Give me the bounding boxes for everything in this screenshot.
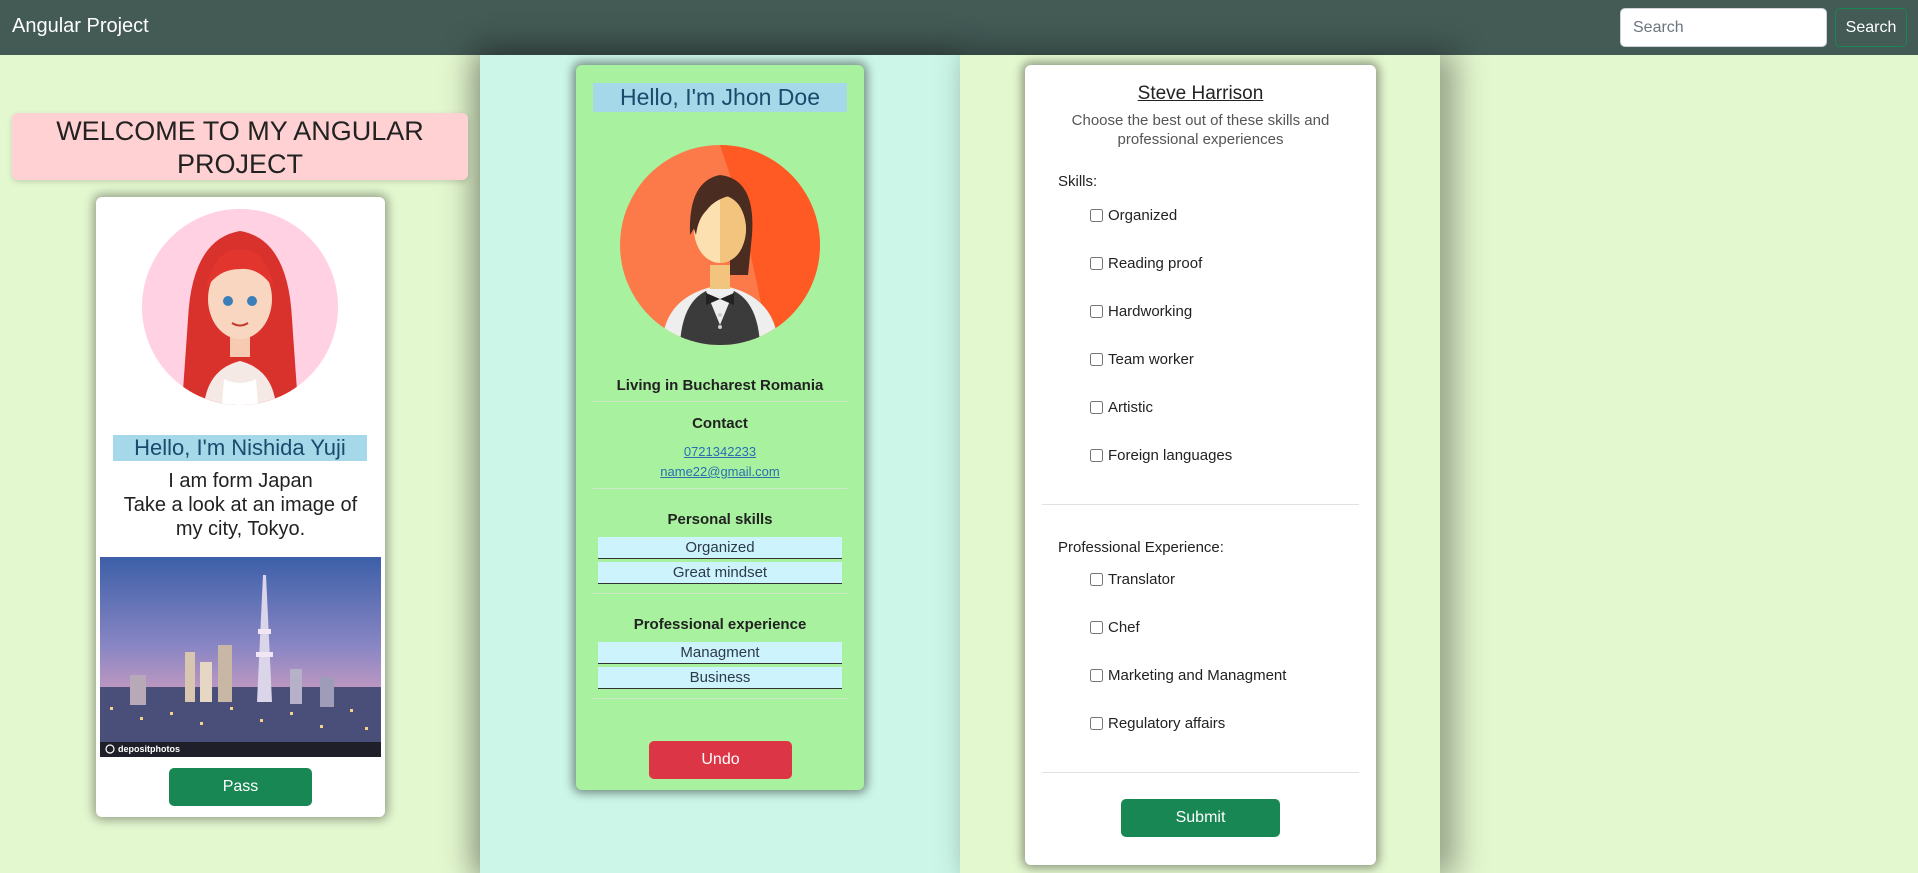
pass-button[interactable]: Pass <box>169 768 312 806</box>
experience-checkbox[interactable] <box>1090 669 1103 682</box>
skill-checkbox[interactable] <box>1090 257 1103 270</box>
divider <box>1042 772 1359 773</box>
profile-card-nishida: Hello, I'm Nishida Yuji I am form Japan … <box>96 197 385 817</box>
experience-chip: Business <box>598 667 842 689</box>
experience-chip: Managment <box>598 642 842 664</box>
photo-watermark: depositphotos <box>118 744 180 754</box>
skill-checkbox[interactable] <box>1090 401 1103 414</box>
welcome-banner: WELCOME TO MY ANGULAR PROJECT <box>12 113 468 180</box>
skills-label: Skills: <box>1058 173 1098 190</box>
divider <box>1042 504 1359 505</box>
search-input[interactable] <box>1620 8 1827 47</box>
email-link[interactable]: name22@gmail.com <box>593 464 847 479</box>
divider <box>593 593 847 594</box>
submit-button[interactable]: Submit <box>1121 799 1280 837</box>
experience-checkbox[interactable] <box>1090 573 1103 586</box>
about-line-2: Take a look at an image of <box>123 494 358 516</box>
experience-option-marketing[interactable]: Marketing and Managment <box>1090 667 1286 684</box>
about-text: I am form Japan Take a look at an image … <box>106 469 375 541</box>
experience-option-regulatory[interactable]: Regulatory affairs <box>1090 715 1225 732</box>
waiter-avatar-icon <box>620 145 820 345</box>
about-line-3: my city, Tokyo. <box>175 518 306 540</box>
skill-checkbox[interactable] <box>1090 353 1103 366</box>
experience-option-chef[interactable]: Chef <box>1090 619 1140 636</box>
navbar: Angular Project Search <box>0 0 1918 55</box>
location-text: Living in Bucharest Romania <box>616 377 824 394</box>
avatar-nishida <box>142 209 338 405</box>
girl-illustration <box>142 209 338 405</box>
profile-card-jhon: Hello, I'm Jhon Doe Living in Bucharest … <box>576 65 864 790</box>
greeting-nishida: Hello, I'm Nishida Yuji <box>113 435 367 461</box>
skill-chip: Organized <box>598 537 842 559</box>
form-name-title: Steve Harrison <box>1137 83 1264 104</box>
phone-link[interactable]: 0721342233 <box>593 444 847 459</box>
experience-checkbox[interactable] <box>1090 621 1103 634</box>
tokyo-photo: depositphotos <box>100 557 381 757</box>
undo-button[interactable]: Undo <box>649 741 792 779</box>
greeting-jhon: Hello, I'm Jhon Doe <box>593 83 847 112</box>
skill-checkbox[interactable] <box>1090 305 1103 318</box>
experience-checkbox[interactable] <box>1090 717 1103 730</box>
divider <box>593 698 847 699</box>
about-line-1: I am form Japan <box>168 470 313 492</box>
skills-form-card: Steve Harrison Choose the best out of th… <box>1025 65 1376 865</box>
skill-option-artistic[interactable]: Artistic <box>1090 399 1153 416</box>
experience-option-translator[interactable]: Translator <box>1090 571 1175 588</box>
skill-option-foreign-languages[interactable]: Foreign languages <box>1090 447 1232 464</box>
skill-option-organized[interactable]: Organized <box>1090 207 1177 224</box>
skill-option-hardworking[interactable]: Hardworking <box>1090 303 1192 320</box>
skill-option-team-worker[interactable]: Team worker <box>1090 351 1194 368</box>
search-button[interactable]: Search <box>1835 8 1907 47</box>
divider <box>593 488 847 489</box>
personal-skills-heading: Personal skills <box>667 511 773 528</box>
skill-chip: Great mindset <box>598 562 842 584</box>
brand-link[interactable]: Angular Project <box>12 15 149 38</box>
professional-experience-heading: Professional experience <box>633 616 807 633</box>
divider <box>593 401 847 402</box>
skill-option-reading-proof[interactable]: Reading proof <box>1090 255 1202 272</box>
form-subtitle: Choose the best out of these skills and … <box>1071 112 1330 148</box>
skill-checkbox[interactable] <box>1090 449 1103 462</box>
skill-checkbox[interactable] <box>1090 209 1103 222</box>
experience-label: Professional Experience: <box>1058 539 1224 556</box>
contact-heading: Contact <box>692 415 748 432</box>
